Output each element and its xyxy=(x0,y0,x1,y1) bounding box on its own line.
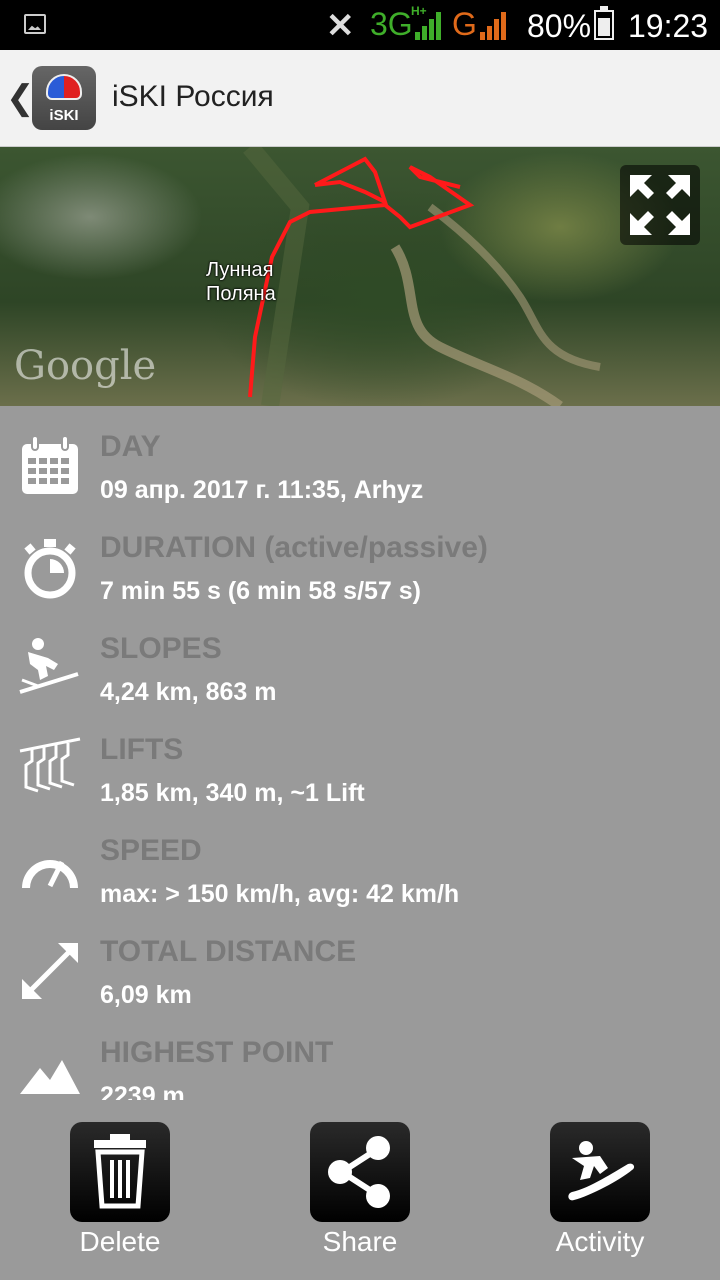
share-button-tile[interactable] xyxy=(310,1122,410,1222)
share-icon xyxy=(328,1136,390,1208)
trash-icon xyxy=(94,1134,146,1209)
stat-lifts: LIFTS 1,85 km, 340 m, ~1 Lift xyxy=(0,709,720,810)
stat-day: DAY 09 апр. 2017 г. 11:35, Arhyz xyxy=(0,406,720,507)
signal-strength-icon-2 xyxy=(480,10,512,40)
stat-value: 4,24 km, 863 m xyxy=(100,678,277,706)
action-bar: Delete Share Activity xyxy=(0,1100,720,1280)
stat-value: max: > 150 km/h, avg: 42 km/h xyxy=(100,880,460,908)
stat-label: SLOPES xyxy=(100,632,222,665)
stat-value: 6,09 km xyxy=(100,981,192,1009)
share-button[interactable]: Share xyxy=(290,1122,430,1280)
map-attribution: Google xyxy=(14,343,157,389)
fullscreen-button[interactable] xyxy=(620,165,700,245)
status-bar: ✕ 3G H+ G 80% 19:23 xyxy=(0,0,720,50)
diagonal-arrows-icon xyxy=(22,943,78,999)
map-place-label: Лунная Поляна xyxy=(206,259,276,305)
activity-button-tile[interactable] xyxy=(550,1122,650,1222)
activity-button[interactable]: Activity xyxy=(530,1122,670,1280)
stat-label: SPEED xyxy=(100,834,202,867)
stat-value: 09 апр. 2017 г. 11:35, Arhyz xyxy=(100,476,424,504)
stats-list[interactable]: DAY 09 апр. 2017 г. 11:35, Arhyz DURATIO… xyxy=(0,406,720,1100)
expand-icon xyxy=(630,175,690,235)
stat-label: LIFTS xyxy=(100,733,184,766)
delete-button-tile[interactable] xyxy=(70,1122,170,1222)
no-signal-icon: ✕ xyxy=(326,7,355,45)
snowboarder-icon xyxy=(568,1141,635,1201)
battery-percent: 80% xyxy=(527,8,592,44)
delete-button[interactable]: Delete xyxy=(50,1122,190,1280)
stat-slopes: SLOPES 4,24 km, 863 m xyxy=(0,608,720,709)
delete-label: Delete xyxy=(79,1226,161,1257)
app-title: iSKI Россия xyxy=(112,80,274,113)
stat-label: TOTAL DISTANCE xyxy=(100,935,357,968)
stat-value: 2239 m xyxy=(100,1082,185,1100)
image-notification-icon xyxy=(24,14,46,34)
helmet-icon xyxy=(46,74,82,100)
stat-total-distance: TOTAL DISTANCE 6,09 km xyxy=(0,911,720,1012)
stat-value: 7 min 55 s (6 min 58 s/57 s) xyxy=(100,577,421,605)
stat-label: DURATION (active/passive) xyxy=(100,531,488,564)
app-bar: ❮ iSKI iSKI Россия xyxy=(0,50,720,147)
gps-track-loop xyxy=(314,156,389,206)
chairlift-icon xyxy=(19,737,81,793)
stat-speed: SPEED max: > 150 km/h, avg: 42 km/h xyxy=(0,810,720,911)
speedometer-icon xyxy=(22,860,78,888)
clock: 19:23 xyxy=(628,8,709,44)
stopwatch-icon xyxy=(24,539,76,599)
mountain-icon xyxy=(20,1060,80,1094)
stat-label: HIGHEST POINT xyxy=(100,1036,334,1069)
logo-text: iSKI xyxy=(49,107,79,124)
battery-icon xyxy=(594,6,614,40)
track-map[interactable]: Лунная Поляна Google xyxy=(0,147,720,406)
app-logo[interactable]: iSKI xyxy=(32,66,96,130)
activity-label: Activity xyxy=(555,1226,645,1257)
stat-label: DAY xyxy=(100,430,161,463)
stat-highest-point: HIGHEST POINT 2239 m xyxy=(0,1012,720,1100)
skier-icon xyxy=(19,638,79,694)
stat-value: 1,85 km, 340 m, ~1 Lift xyxy=(100,779,365,807)
network-3g-label: 3G xyxy=(370,6,413,42)
share-label: Share xyxy=(322,1226,398,1257)
signal-strength-icon xyxy=(415,10,447,40)
back-chevron-icon[interactable]: ❮ xyxy=(6,78,35,118)
stat-duration: DURATION (active/passive) 7 min 55 s (6 … xyxy=(0,507,720,608)
calendar-icon xyxy=(22,435,78,494)
network-g-label: G xyxy=(452,6,477,42)
